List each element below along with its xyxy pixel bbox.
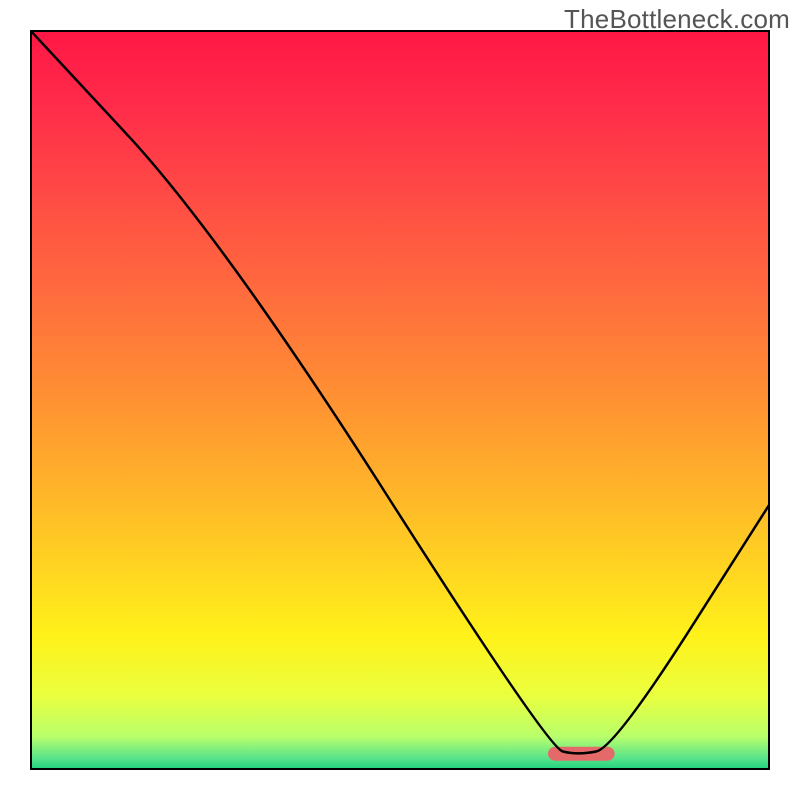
chart-svg [30,30,770,770]
gradient-background [30,30,770,770]
chart-container: TheBottleneck.com [0,0,800,800]
plot-area [30,30,770,770]
watermark-text: TheBottleneck.com [564,4,790,35]
